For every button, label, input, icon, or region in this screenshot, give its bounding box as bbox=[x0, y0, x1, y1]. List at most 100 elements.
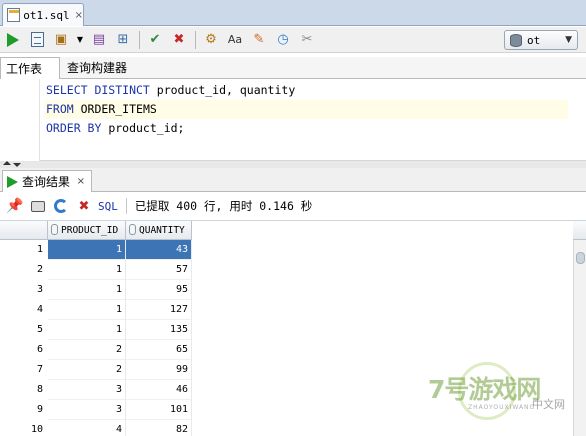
sql-text: ORDER_ITEMS bbox=[73, 102, 157, 116]
sort-icon bbox=[129, 224, 136, 235]
printer-icon bbox=[31, 200, 45, 212]
code-line-current: FROM ORDER_ITEMS bbox=[44, 100, 568, 119]
panel-splitter[interactable] bbox=[0, 161, 586, 168]
tab-query-result[interactable]: 查询结果 × bbox=[2, 170, 92, 192]
to-upper-icon: Aa bbox=[227, 33, 243, 46]
print-button[interactable] bbox=[29, 197, 47, 215]
collapse-up-icon[interactable] bbox=[3, 161, 11, 165]
cell-quantity[interactable]: 82 bbox=[126, 420, 192, 436]
unshared-worksheet-button[interactable]: ✂ bbox=[297, 30, 317, 50]
database-icon bbox=[510, 33, 522, 47]
cell-quantity[interactable]: 95 bbox=[126, 280, 192, 300]
row-number[interactable]: 10 bbox=[0, 420, 48, 436]
row-number[interactable]: 1 bbox=[0, 240, 48, 260]
sql-link[interactable]: SQL bbox=[98, 200, 118, 213]
scrollbar-thumb[interactable] bbox=[576, 252, 585, 264]
tab-worksheet[interactable]: 工作表 bbox=[0, 57, 60, 79]
toolbar-divider bbox=[195, 30, 196, 49]
sql-text: product_id, quantity bbox=[149, 83, 296, 97]
autotrace-button[interactable]: ▣ bbox=[51, 30, 71, 50]
row-number[interactable]: 2 bbox=[0, 260, 48, 280]
cell-quantity[interactable]: 101 bbox=[126, 400, 192, 420]
explain-plan-button[interactable]: ▤ bbox=[89, 30, 109, 50]
connection-select[interactable]: ot ▼ bbox=[504, 30, 578, 50]
sort-icon bbox=[51, 224, 58, 235]
sql-tuning-icon: ⊞ bbox=[117, 32, 129, 47]
commit-icon: ✔ bbox=[149, 32, 161, 47]
cell-product-id[interactable]: 1 bbox=[48, 320, 126, 340]
row-number[interactable]: 8 bbox=[0, 380, 48, 400]
rollback-button[interactable]: ✖ bbox=[169, 30, 189, 50]
rollback-icon: ✖ bbox=[173, 32, 185, 47]
row-number-header bbox=[0, 221, 48, 240]
format-sql-button[interactable]: ⚙ bbox=[201, 30, 221, 50]
cell-product-id[interactable]: 2 bbox=[48, 340, 126, 360]
cell-quantity[interactable]: 57 bbox=[126, 260, 192, 280]
row-number[interactable]: 7 bbox=[0, 360, 48, 380]
results-tab-bar: 查询结果 × bbox=[0, 168, 586, 192]
fetch-status: 已提取 400 行, 用时 0.146 秒 bbox=[134, 199, 313, 213]
row-number[interactable]: 5 bbox=[0, 320, 48, 340]
unshared-worksheet-icon: ✂ bbox=[301, 32, 313, 47]
cell-quantity[interactable]: 46 bbox=[126, 380, 192, 400]
history-icon: ◷ bbox=[277, 32, 289, 47]
delete-icon: ✖ bbox=[78, 198, 90, 214]
eraser-icon: ✎ bbox=[253, 32, 265, 47]
explain-plan-icon: ▤ bbox=[92, 32, 106, 47]
collapse-down-icon[interactable] bbox=[13, 163, 21, 167]
row-number[interactable]: 4 bbox=[0, 300, 48, 320]
sql-keyword: SELECT DISTINCT bbox=[46, 83, 150, 97]
dropdown-button[interactable]: ▼ bbox=[75, 30, 85, 50]
sql-tuning-button[interactable]: ⊞ bbox=[113, 30, 133, 50]
cell-product-id[interactable]: 2 bbox=[48, 360, 126, 380]
column-header-product-id[interactable]: PRODUCT_ID bbox=[48, 221, 126, 240]
query-result-label: 查询结果 bbox=[22, 175, 71, 189]
cell-product-id[interactable]: 1 bbox=[48, 280, 126, 300]
pin-button[interactable]: 📌 bbox=[6, 197, 24, 215]
file-tab-ot1-sql[interactable]: ot1.sql × bbox=[2, 3, 84, 26]
cell-product-id[interactable]: 1 bbox=[48, 260, 126, 280]
results-grid[interactable]: PRODUCT_ID QUANTITY 1 1 43 2 1 57 3 1 95 4 1 127 5 1 1… bbox=[0, 220, 586, 436]
tab-query-builder[interactable]: 查询构建器 bbox=[62, 57, 132, 79]
autotrace-icon: ▣ bbox=[54, 32, 68, 47]
vertical-scrollbar[interactable] bbox=[573, 240, 586, 436]
scrollbar-corner bbox=[573, 221, 586, 240]
cell-product-id[interactable]: 3 bbox=[48, 400, 126, 420]
sql-keyword: FROM bbox=[46, 102, 74, 116]
sql-text: product_id; bbox=[101, 121, 185, 135]
close-icon[interactable]: × bbox=[75, 10, 83, 21]
to-upper-button[interactable]: Aa bbox=[225, 30, 245, 50]
run-script-icon bbox=[30, 32, 44, 47]
pin-icon: 📌 bbox=[6, 198, 24, 214]
cell-product-id[interactable]: 1 bbox=[48, 300, 126, 320]
cell-product-id[interactable]: 1 bbox=[48, 240, 126, 260]
run-statement-button[interactable] bbox=[3, 30, 23, 50]
run-script-button[interactable] bbox=[27, 30, 47, 50]
clear-button[interactable]: ✎ bbox=[249, 30, 269, 50]
cell-quantity[interactable]: 99 bbox=[126, 360, 192, 380]
refresh-button[interactable] bbox=[52, 197, 70, 215]
row-number[interactable]: 6 bbox=[0, 340, 48, 360]
format-sql-icon: ⚙ bbox=[205, 32, 217, 47]
cell-quantity[interactable]: 135 bbox=[126, 320, 192, 340]
history-button[interactable]: ◷ bbox=[273, 30, 293, 50]
cell-product-id[interactable]: 4 bbox=[48, 420, 126, 436]
delete-button[interactable]: ✖ bbox=[75, 197, 93, 215]
code-line: ORDER BY product_id; bbox=[44, 119, 568, 138]
chevron-down-icon: ▼ bbox=[565, 35, 572, 45]
cell-quantity[interactable]: 65 bbox=[126, 340, 192, 360]
row-number[interactable]: 9 bbox=[0, 400, 48, 420]
cell-quantity[interactable]: 127 bbox=[126, 300, 192, 320]
sql-keyword: ORDER BY bbox=[46, 121, 102, 135]
refresh-icon bbox=[54, 199, 68, 213]
chevron-down-icon: ▼ bbox=[76, 34, 84, 44]
editor-tabs: 工作表 查询构建器 bbox=[0, 57, 586, 79]
row-number[interactable]: 3 bbox=[0, 280, 48, 300]
commit-button[interactable]: ✔ bbox=[145, 30, 165, 50]
column-header-quantity[interactable]: QUANTITY bbox=[126, 221, 192, 240]
cell-quantity[interactable]: 43 bbox=[126, 240, 192, 260]
cell-product-id[interactable]: 3 bbox=[48, 380, 126, 400]
file-tab-bar: ot1.sql × bbox=[0, 0, 586, 26]
close-icon[interactable]: × bbox=[77, 176, 85, 187]
sql-editor[interactable]: SELECT DISTINCT product_id, quantity FRO… bbox=[0, 79, 586, 161]
